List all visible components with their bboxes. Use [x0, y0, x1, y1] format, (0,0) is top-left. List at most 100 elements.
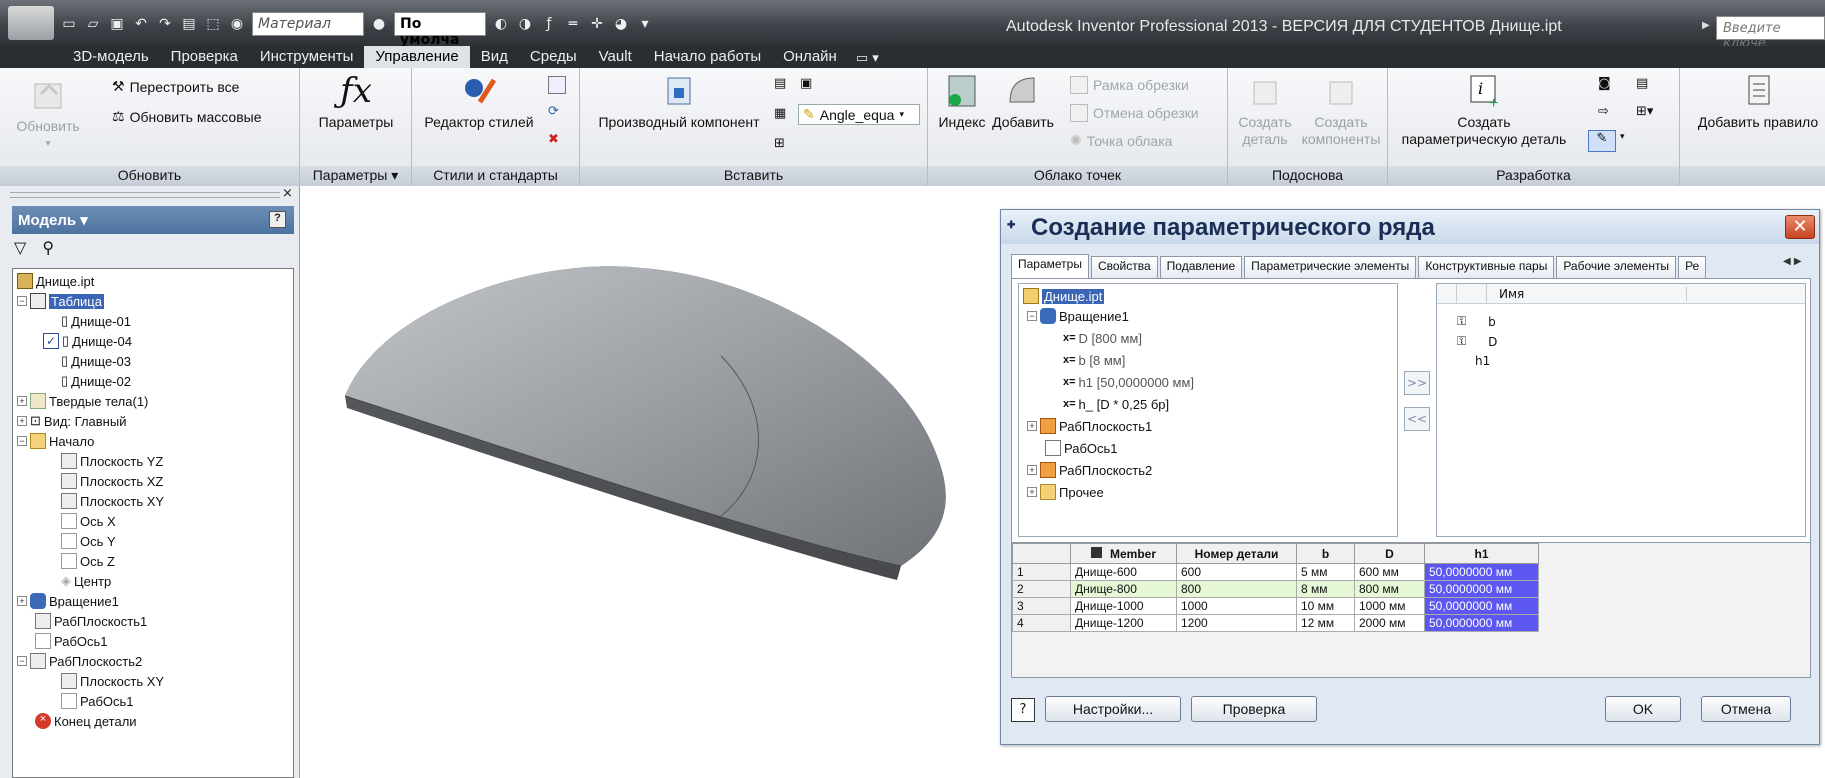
tree-item-workplane[interactable]: РабПлоскость1 [35, 611, 147, 631]
ribbon-display-icon[interactable]: ▭ ▾ [848, 49, 887, 68]
table-cell[interactable]: 50,0000000 мм [1424, 597, 1539, 615]
tab-environments[interactable]: Среды [519, 46, 588, 68]
tab-threads[interactable]: Ре [1678, 256, 1707, 278]
tree-item-axis[interactable]: Ось Y [61, 531, 116, 551]
param-tree-param[interactable]: x= b [8 мм] [1063, 350, 1125, 370]
parameters-button[interactable]: ƒx Параметры [310, 72, 402, 131]
tree-item-revolve[interactable]: + Вращение1 [17, 591, 119, 611]
expand-icon[interactable]: + [1027, 487, 1037, 497]
param-tree-workplane[interactable]: + РабПлоскость2 [1027, 460, 1152, 480]
update-button[interactable]: Обновить ▾ [16, 76, 80, 152]
tab-view[interactable]: Вид [470, 46, 519, 68]
create-ipart-button[interactable]: i + Создать параметрическую деталь [1392, 72, 1576, 148]
name-column-header[interactable]: Имя [1487, 286, 1687, 301]
row-number-cell[interactable]: 2 [1012, 580, 1071, 598]
place-icon[interactable]: ⊞ [774, 136, 785, 151]
tab-manage[interactable]: Управление [364, 46, 470, 68]
table-row[interactable]: 2 Днище-800 800 8 мм 800 мм 50,0000000 мм [1012, 580, 1539, 598]
tree-item-member[interactable]: ▯ Днище-03 [61, 351, 131, 371]
table-row[interactable]: 4 Днище-1200 1200 12 мм 2000 мм 50,0000000 мм [1012, 614, 1539, 632]
tree-item-member[interactable]: ▯ Днище-02 [61, 371, 131, 391]
table-cell[interactable]: 600 [1176, 563, 1297, 581]
tab-suppression[interactable]: Подавление [1159, 256, 1243, 278]
tab-get-started[interactable]: Начало работы [643, 46, 772, 68]
table-cell[interactable]: 1000 [1176, 597, 1297, 615]
material-combo[interactable]: Материал [252, 12, 364, 36]
table-icon[interactable]: ▤ [1636, 76, 1648, 91]
filter-icon[interactable]: ▽ [14, 238, 26, 257]
table-row[interactable]: 1 Днище-600 600 5 мм 600 мм 50,0000000 мм [1012, 563, 1539, 581]
check-button[interactable]: Проверка [1191, 696, 1317, 722]
purge-style-icon[interactable]: ✖ [548, 132, 559, 147]
tree-item-part[interactable]: Днище.ipt [17, 271, 94, 291]
param-tree-param[interactable]: x= D [800 мм] [1063, 328, 1142, 348]
table-cell[interactable]: 1000 мм [1354, 597, 1425, 615]
tab-work-features[interactable]: Рабочие элементы [1556, 256, 1677, 278]
table-cell[interactable]: Днище-600 [1070, 563, 1177, 581]
tree-item-view[interactable]: + ⊡ Вид: Главный [17, 411, 126, 431]
tree-item-member-active[interactable]: ✓ ▯ Днище-04 [43, 331, 132, 351]
new-icon[interactable]: ▭ [60, 15, 78, 33]
tab-parameters[interactable]: Параметры [1011, 254, 1089, 278]
table-cell[interactable]: Днище-1000 [1070, 597, 1177, 615]
tree-item-plane[interactable]: Плоскость XY [61, 491, 164, 511]
undo-icon[interactable]: ↶ [132, 15, 150, 33]
style-sync-icon[interactable]: ⟳ [548, 104, 559, 119]
tree-item-solids[interactable]: + Твердые тела(1) [17, 391, 148, 411]
expand-icon[interactable]: + [1027, 465, 1037, 475]
project-icon[interactable]: ▤ [180, 15, 198, 33]
redo-icon[interactable]: ↷ [156, 15, 174, 33]
list-item[interactable]: ⚿ D [1457, 334, 1497, 349]
ok-button[interactable]: OK [1605, 696, 1681, 722]
cloud-point-button[interactable]: ✺ Точка облака [1070, 132, 1172, 149]
table-cell[interactable]: 1200 [1176, 614, 1297, 632]
param-tree-workplane[interactable]: + РабПлоскость1 [1027, 416, 1152, 436]
tab-ifeatures[interactable]: Параметрические элементы [1244, 256, 1417, 278]
browser-grip[interactable] [10, 192, 280, 198]
dropdown-arrow-icon[interactable]: ▾ [1620, 132, 1625, 142]
table-cell[interactable]: Днище-800 [1070, 580, 1177, 598]
appearance-icon[interactable]: ◐ [492, 15, 510, 33]
table-cell[interactable]: 800 [1176, 580, 1297, 598]
table-cell[interactable]: 50,0000000 мм [1424, 580, 1539, 598]
add-rule-button[interactable]: Добавить правило [1688, 72, 1825, 131]
column-header-member[interactable]: Member [1070, 543, 1177, 564]
cancel-crop-button[interactable]: Отмена обрезки [1070, 104, 1199, 122]
table-cell[interactable]: 800 мм [1354, 580, 1425, 598]
expand-icon[interactable]: + [17, 396, 27, 406]
list-item[interactable]: h1 [1475, 354, 1490, 368]
tree-item-center[interactable]: ◈ Центр [61, 571, 111, 591]
param-tree-workaxis[interactable]: РабОсь1 [1045, 438, 1118, 458]
tab-tools[interactable]: Инструменты [249, 46, 365, 68]
tree-item-end-of-part[interactable]: × Конец детали [35, 711, 137, 731]
table-cell[interactable]: 50,0000000 мм [1424, 614, 1539, 632]
attach-icon[interactable]: ▦ [774, 106, 786, 121]
tab-imates[interactable]: Конструктивные пары [1418, 256, 1555, 278]
crop-frame-button[interactable]: Рамка обрезки [1070, 76, 1189, 94]
tree-item-workaxis[interactable]: РабОсь1 [61, 691, 134, 711]
param-tree-other[interactable]: + Прочее [1027, 482, 1104, 502]
create-part-button[interactable]: Создать деталь [1232, 72, 1298, 148]
collapse-icon[interactable]: − [17, 436, 27, 446]
tree-item-axis[interactable]: Ось Z [61, 551, 115, 571]
tab-online[interactable]: Онлайн [772, 46, 848, 68]
table-cell[interactable]: 5 мм [1296, 563, 1355, 581]
cancel-button[interactable]: Отмена [1701, 696, 1791, 722]
table-cell[interactable]: 2000 мм [1354, 614, 1425, 632]
browser-header[interactable]: Модель ▾ ? [12, 206, 294, 234]
tree-item-axis[interactable]: Ось X [61, 511, 116, 531]
param-tree-revolve[interactable]: − Вращение1 [1027, 306, 1129, 326]
tab-vault[interactable]: Vault [588, 46, 643, 68]
tree-item-plane[interactable]: Плоскость YZ [61, 451, 163, 471]
table-cell[interactable]: Днище-1200 [1070, 614, 1177, 632]
import-icon[interactable]: ▤ [774, 76, 786, 91]
tab-inspect[interactable]: Проверка [160, 46, 249, 68]
help-search-input[interactable]: Введите ключе [1716, 16, 1825, 51]
crosshair-icon[interactable]: ✛ [588, 15, 606, 33]
tree-item-origin[interactable]: − Начало [17, 431, 94, 451]
add-parameter-button[interactable]: >> [1404, 371, 1430, 395]
expand-icon[interactable]: + [17, 416, 27, 426]
tab-3d-model[interactable]: 3D-модель [62, 46, 160, 68]
tree-item-plane[interactable]: Плоскость XY [61, 671, 164, 691]
table-cell[interactable]: 50,0000000 мм [1424, 563, 1539, 581]
